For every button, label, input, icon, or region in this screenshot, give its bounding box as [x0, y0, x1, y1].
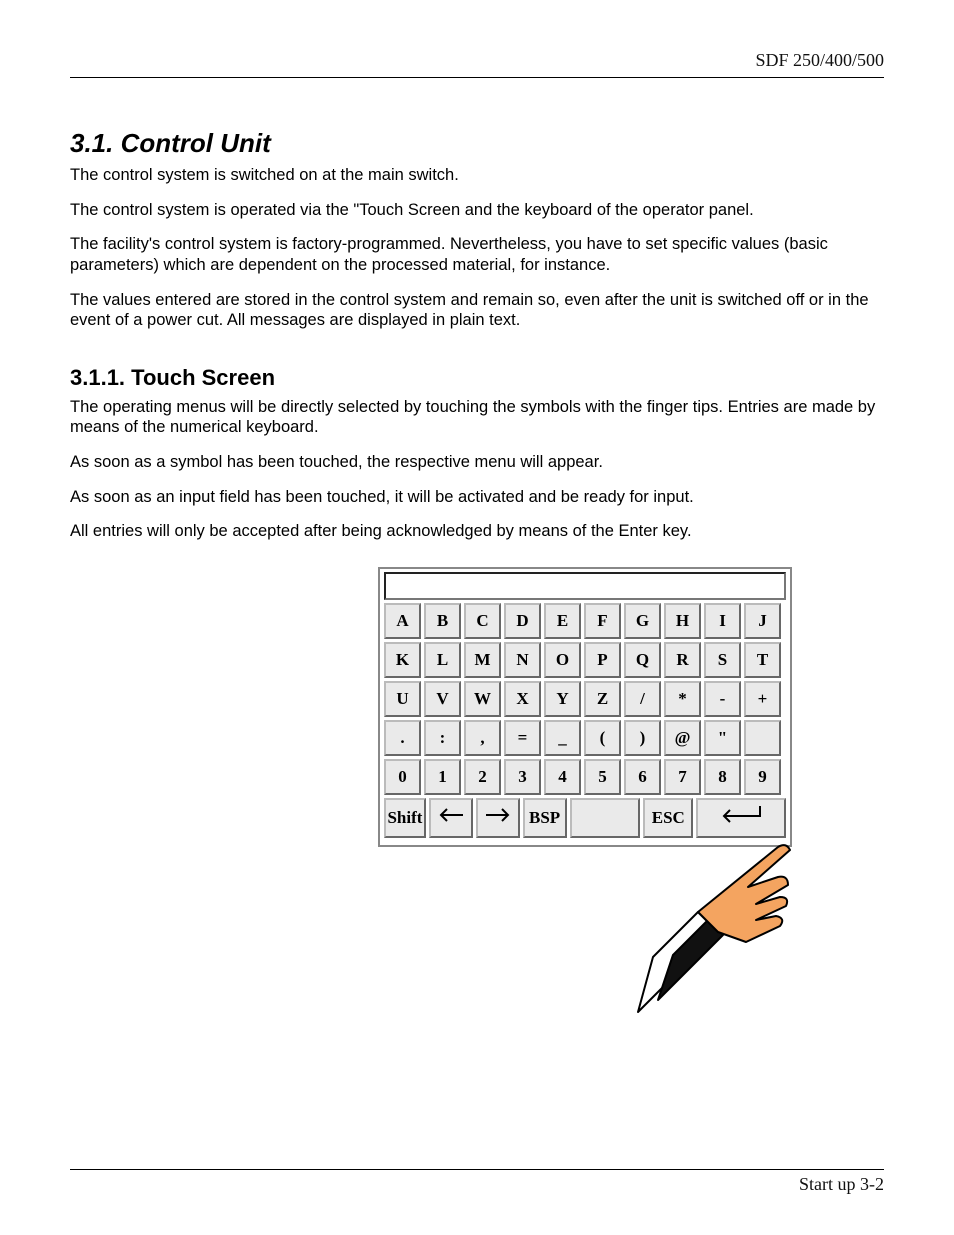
key-0[interactable]: 0 [384, 759, 421, 795]
key-escape[interactable]: ESC [643, 798, 693, 838]
key-blank[interactable] [744, 720, 781, 756]
key-space[interactable] [570, 798, 641, 838]
header-product: SDF 250/400/500 [755, 50, 884, 71]
body-paragraph: The values entered are stored in the con… [70, 290, 884, 331]
body-paragraph: The control system is switched on at the… [70, 165, 884, 186]
keyboard-display[interactable] [384, 572, 786, 600]
body-paragraph: The operating menus will be directly sel… [70, 397, 884, 438]
key-S[interactable]: S [704, 642, 741, 678]
key-plus[interactable]: + [744, 681, 781, 717]
key-equals[interactable]: = [504, 720, 541, 756]
key-E[interactable]: E [544, 603, 581, 639]
key-minus[interactable]: - [704, 681, 741, 717]
key-C[interactable]: C [464, 603, 501, 639]
key-K[interactable]: K [384, 642, 421, 678]
key-M[interactable]: M [464, 642, 501, 678]
key-6[interactable]: 6 [624, 759, 661, 795]
key-B[interactable]: B [424, 603, 461, 639]
key-comma[interactable]: , [464, 720, 501, 756]
arrow-left-icon [437, 807, 465, 828]
key-T[interactable]: T [744, 642, 781, 678]
body-paragraph: All entries will only be accepted after … [70, 521, 884, 542]
key-arrow-left[interactable] [429, 798, 473, 838]
key-quote[interactable]: " [704, 720, 741, 756]
body-paragraph: The control system is operated via the "… [70, 200, 884, 221]
key-V[interactable]: V [424, 681, 461, 717]
key-2[interactable]: 2 [464, 759, 501, 795]
arrow-right-icon [484, 807, 512, 828]
key-underscore[interactable]: _ [544, 720, 581, 756]
key-P[interactable]: P [584, 642, 621, 678]
key-D[interactable]: D [504, 603, 541, 639]
key-Z[interactable]: Z [584, 681, 621, 717]
key-F[interactable]: F [584, 603, 621, 639]
key-Q[interactable]: Q [624, 642, 661, 678]
key-W[interactable]: W [464, 681, 501, 717]
body-paragraph: As soon as an input field has been touch… [70, 487, 884, 508]
key-O[interactable]: O [544, 642, 581, 678]
body-paragraph: As soon as a symbol has been touched, th… [70, 452, 884, 473]
key-paren-close[interactable]: ) [624, 720, 661, 756]
key-3[interactable]: 3 [504, 759, 541, 795]
key-1[interactable]: 1 [424, 759, 461, 795]
key-4[interactable]: 4 [544, 759, 581, 795]
body-paragraph: The facility's control system is factory… [70, 234, 884, 275]
key-9[interactable]: 9 [744, 759, 781, 795]
key-paren-open[interactable]: ( [584, 720, 621, 756]
page-footer: Start up 3-2 [70, 1169, 884, 1195]
key-star[interactable]: * [664, 681, 701, 717]
pointing-hand-icon [628, 842, 848, 1022]
key-A[interactable]: A [384, 603, 421, 639]
key-7[interactable]: 7 [664, 759, 701, 795]
key-backspace[interactable]: BSP [523, 798, 567, 838]
key-Y[interactable]: Y [544, 681, 581, 717]
key-I[interactable]: I [704, 603, 741, 639]
key-dot[interactable]: . [384, 720, 421, 756]
key-slash[interactable]: / [624, 681, 661, 717]
key-at[interactable]: @ [664, 720, 701, 756]
footer-text: Start up 3-2 [799, 1174, 884, 1195]
enter-icon [716, 804, 766, 831]
key-arrow-right[interactable] [476, 798, 520, 838]
key-U[interactable]: U [384, 681, 421, 717]
onscreen-keyboard: A B C D E F G H I J K L M N O P Q R S [378, 567, 792, 847]
key-8[interactable]: 8 [704, 759, 741, 795]
key-X[interactable]: X [504, 681, 541, 717]
key-R[interactable]: R [664, 642, 701, 678]
key-enter[interactable] [696, 798, 786, 838]
key-H[interactable]: H [664, 603, 701, 639]
subsection-title: 3.1.1. Touch Screen [70, 365, 884, 391]
key-5[interactable]: 5 [584, 759, 621, 795]
key-colon[interactable]: : [424, 720, 461, 756]
key-N[interactable]: N [504, 642, 541, 678]
key-L[interactable]: L [424, 642, 461, 678]
key-J[interactable]: J [744, 603, 781, 639]
page-header: SDF 250/400/500 [70, 50, 884, 78]
key-shift[interactable]: Shift [384, 798, 426, 838]
section-title: 3.1. Control Unit [70, 128, 884, 159]
key-G[interactable]: G [624, 603, 661, 639]
